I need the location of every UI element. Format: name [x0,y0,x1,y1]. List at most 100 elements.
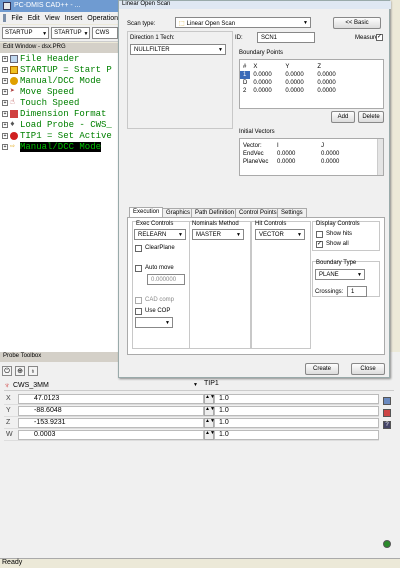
menu-view[interactable]: View [45,15,60,22]
position-value[interactable]: -88.6048 [18,405,204,416]
probe-select[interactable]: ♆ CWS_3MM ▼ [4,380,200,391]
use-cop-checkbox[interactable] [135,308,142,315]
add-button[interactable]: Add [331,111,355,123]
edit-line-text: Load Probe - CWS_ [20,119,112,130]
table-row[interactable]: EndVec 0.0000 0.0000 [240,150,342,158]
position-value-2[interactable]: 1.0 [214,417,379,428]
spin-icon[interactable]: ▲▼ [204,417,215,428]
expand-icon[interactable]: + [2,55,8,62]
edit-window[interactable]: + File Header + STARTUP = Start P + Manual/… [0,53,118,353]
edit-line-text: STARTUP = Start P [20,64,112,75]
create-button[interactable]: Create [305,363,339,375]
exec-controls-label: Exec Controls [136,221,174,227]
measure-checkbox[interactable]: ✓ [376,34,383,41]
close-button[interactable]: Close [351,363,385,375]
status-indicator-icon[interactable] [383,540,391,548]
chevron-down-icon: ▼ [303,20,308,26]
table-row[interactable]: D 0.0000 0.0000 0.0000 [240,79,339,87]
show-hits-checkbox[interactable] [316,231,323,238]
edit-line[interactable]: + File Header [0,53,79,64]
table-row[interactable]: 1 0.0000 0.0000 0.0000 [240,71,339,79]
use-cop-label: Use COP [145,308,171,314]
boundary-points-table[interactable]: # X Y Z 1 0.0000 0.0000 0.0000 D 0.0000 0.0000 0.… [239,59,384,109]
position-value[interactable]: 0.0003 [18,429,204,440]
expand-icon[interactable]: + [2,143,8,150]
boundary-type-select[interactable]: PLANE ▼ [315,269,365,280]
edit-line[interactable]: + ☝ Touch Speed [0,97,79,108]
target-icon[interactable]: ⊕ [15,366,25,376]
side-toolbar-icon[interactable] [383,397,391,405]
table-cell: 0.0000 [317,72,336,78]
edit-line-text: Manual/DCC Mode [20,141,102,152]
id-field[interactable]: SCN1 [257,32,315,43]
edit-line[interactable]: + Manual/DCC Mode [0,75,101,86]
expand-icon[interactable]: + [2,99,8,106]
axis-label: W [6,431,13,438]
side-toolbar-icon[interactable] [383,409,391,417]
combo-value: STARTUP [54,30,82,36]
scan-type-label: Scan type: [127,21,156,27]
toolbar: STARTUP ▼ STARTUP ▼ CWS [0,25,118,42]
edit-line[interactable]: + TIP1 = Set Active [0,130,112,141]
delete-button[interactable]: Delete [358,111,384,123]
cad-comp-checkbox[interactable] [135,297,142,304]
edit-line-text: Dimension Format [20,108,107,119]
basic-button[interactable]: << Basic [333,17,381,29]
spin-icon[interactable]: ▲▼ [204,405,215,416]
direction-group [127,31,233,129]
spin-icon[interactable]: ▲▼ [204,429,215,440]
position-row: X 47.0123 ▲▼ 1.0 [4,393,379,405]
expand-icon[interactable]: + [2,66,8,73]
boundary-points-title: Boundary Points [239,50,284,56]
show-all-checkbox[interactable]: ✓ [316,241,323,248]
clear-plane-checkbox[interactable] [135,245,142,252]
menu-operation[interactable]: Operation [87,15,118,22]
position-value-2[interactable]: 1.0 [214,393,379,404]
position-value-2[interactable]: 1.0 [214,405,379,416]
edit-line[interactable]: + ♦ Load Probe - CWS_ [0,119,112,130]
edit-line[interactable]: + STARTUP = Start P [0,64,112,75]
edit-line-selected[interactable]: + ⇨ Manual/DCC Mode [0,141,102,152]
expand-icon[interactable]: + [2,132,8,139]
expand-icon[interactable]: + [2,88,8,95]
position-value-2[interactable]: 1.0 [214,429,379,440]
exec-value: RELEARN [138,232,167,238]
cop-select[interactable]: ▼ [135,317,173,328]
boundary-type-label: Boundary Type [316,260,357,266]
initial-vectors-table[interactable]: Vector: I J EndVec 0.0000 0.0000 PlaneVec 0.0… [239,138,384,176]
toolbar-combo-2[interactable]: STARTUP ▼ [51,27,91,39]
auto-move-distance[interactable]: 0.000000 [147,274,185,285]
hit-controls-select[interactable]: VECTOR ▼ [255,229,305,240]
auto-move-checkbox[interactable] [135,265,142,272]
chevron-down-icon: ▼ [193,382,198,388]
expand-icon[interactable]: + [2,110,8,117]
vectors-scrollbar[interactable] [377,139,383,175]
position-value[interactable]: 47.0123 [18,393,204,404]
toolbar-combo-1[interactable]: STARTUP ▼ [2,27,50,39]
nominals-select[interactable]: MASTER ▼ [192,229,244,240]
file-icon [10,54,18,63]
toolbar-combo-3[interactable]: CWS [92,27,118,39]
position-value[interactable]: -153.9231 [18,417,204,428]
scan-type-select[interactable]: ⬚ Linear Open Scan ▼ [175,17,311,28]
spin-icon[interactable]: ▲▼ [204,393,215,404]
edit-line[interactable]: + ➤ Move Speed [0,86,74,97]
table-row[interactable]: PlaneVec 0.0000 0.0000 [240,158,342,166]
exec-controls-select[interactable]: RELEARN ▼ [134,229,186,240]
crossings-field[interactable]: 1 [347,286,367,297]
speed-icon: ➤ [10,86,15,96]
menu-insert[interactable]: Insert [65,15,83,22]
expand-icon[interactable]: + [2,77,8,84]
probe-settings-icon[interactable]: ♁ [28,366,38,376]
table-row[interactable]: 2 0.0000 0.0000 0.0000 [240,87,339,95]
expand-icon[interactable]: + [2,121,8,128]
menu-file[interactable]: File [11,15,22,22]
tip-select[interactable]: TIP1 [200,380,394,391]
power-icon[interactable]: ⏻ [2,366,12,376]
help-icon[interactable]: ? [383,421,391,429]
menu-edit[interactable]: Edit [28,15,40,22]
scan-icon: ⬚ [179,21,185,27]
axis-label: Y [6,407,11,414]
nominals-label: Nominals Method [192,221,239,227]
edit-line[interactable]: + Dimension Format [0,108,106,119]
